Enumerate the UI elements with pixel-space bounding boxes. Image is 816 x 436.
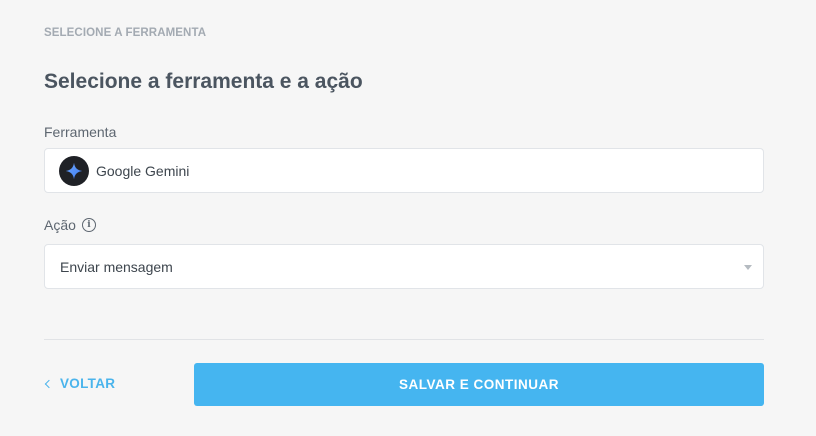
- action-field-label-text: Ação: [44, 217, 76, 233]
- chevron-left-icon: [44, 379, 54, 389]
- action-field-label: Ação i: [44, 217, 96, 233]
- tool-selection-panel: SELECIONE A FERRAMENTA Selecione a ferra…: [0, 0, 816, 436]
- step-label: SELECIONE A FERRAMENTA: [44, 27, 207, 39]
- page-title: Selecione a ferramenta e a ação: [44, 70, 363, 93]
- action-select-value: Enviar mensagem: [60, 258, 173, 275]
- action-select[interactable]: Enviar mensagem: [44, 244, 764, 289]
- tool-field[interactable]: Google Gemini: [44, 148, 764, 193]
- tool-field-label-text: Ferramenta: [44, 124, 117, 140]
- back-link-label: VOLTAR: [60, 376, 116, 391]
- info-icon[interactable]: i: [81, 218, 96, 232]
- tool-field-label: Ferramenta: [44, 124, 116, 140]
- caret-down-icon: [744, 265, 752, 270]
- divider: [44, 339, 764, 340]
- back-link[interactable]: VOLTAR: [44, 376, 116, 391]
- gemini-logo-icon: [59, 155, 89, 186]
- tool-name: Google Gemini: [96, 162, 190, 179]
- save-continue-button[interactable]: SALVAR E CONTINUAR: [194, 363, 764, 406]
